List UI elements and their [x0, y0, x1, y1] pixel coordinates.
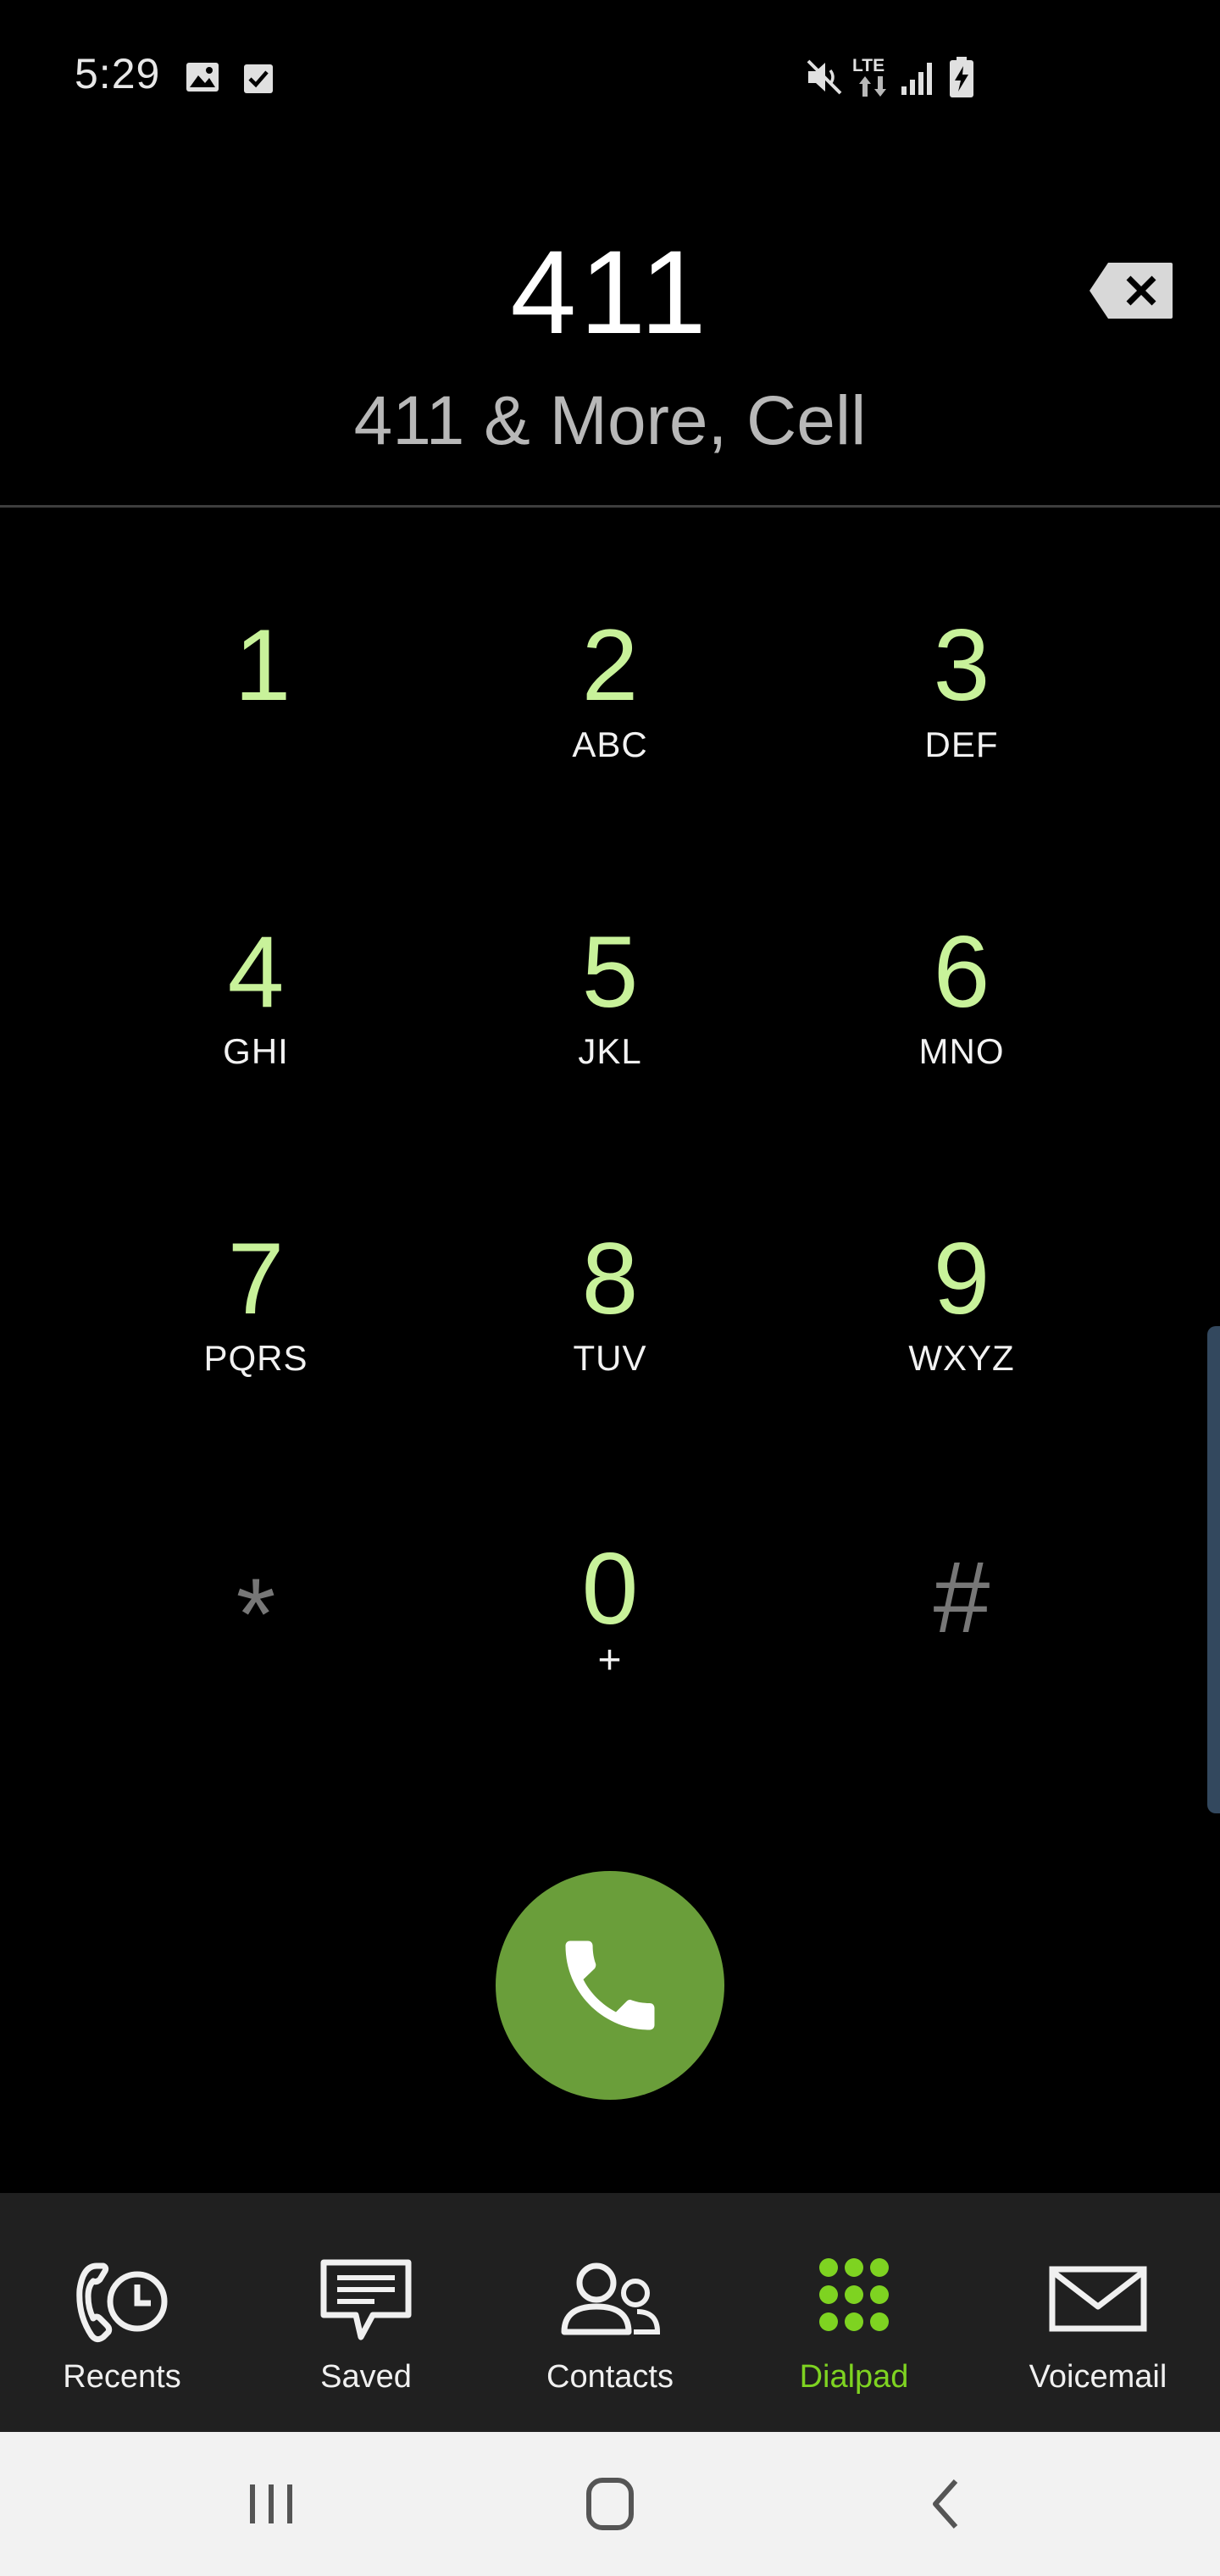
recent-apps-icon[interactable]: [220, 2466, 322, 2542]
recents-clock-phone-icon: [76, 2262, 168, 2343]
mute-icon: [807, 59, 842, 95]
key-letters: MNO: [918, 1031, 1005, 1071]
nav-label: Voicemail: [1029, 2359, 1167, 2395]
key-letters: TUV: [573, 1338, 647, 1378]
key-8[interactable]: 8 TUV: [432, 1173, 788, 1427]
key-letters: WXYZ: [908, 1338, 1015, 1378]
call-button[interactable]: [496, 1871, 724, 2100]
backspace-icon[interactable]: [1088, 261, 1174, 320]
phone-dialer-screen: 5:29 LTE 411 411 & More, Cell 1 2 ABC 3 …: [0, 0, 1220, 2576]
key-1[interactable]: 1: [85, 559, 441, 813]
key-letters: GHI: [223, 1031, 289, 1071]
key-digit: *: [236, 1557, 276, 1671]
key-digit: 5: [581, 915, 639, 1029]
checkbox-icon: [244, 64, 273, 93]
key-letters: DEF: [924, 724, 999, 764]
key-hash[interactable]: #: [784, 1483, 1140, 1737]
nav-dialpad[interactable]: Dialpad: [732, 2193, 976, 2432]
key-digit: 1: [234, 608, 291, 722]
key-digit: 7: [227, 1222, 285, 1335]
nav-label: Contacts: [546, 2359, 674, 2395]
key-letters: PQRS: [203, 1338, 308, 1378]
signal-icon: [901, 63, 932, 95]
nav-label: Recents: [63, 2359, 181, 2395]
lte-label: LTE: [852, 56, 885, 75]
key-letters: ABC: [572, 724, 648, 764]
key-4[interactable]: 4 GHI: [78, 866, 434, 1120]
battery-charging-icon: [950, 57, 973, 97]
envelope-icon: [1049, 2266, 1147, 2332]
key-letters: JKL: [578, 1031, 642, 1071]
system-nav-bar: [0, 2432, 1220, 2576]
dialed-number: 411: [510, 225, 710, 358]
nav-contacts[interactable]: Contacts: [488, 2193, 732, 2432]
nav-saved[interactable]: Saved: [244, 2193, 488, 2432]
key-digit: #: [933, 1541, 990, 1654]
key-star[interactable]: *: [78, 1483, 434, 1737]
bottom-nav: Recents Saved Contacts Dialpad Voicemail: [0, 2193, 1220, 2432]
nav-voicemail[interactable]: Voicemail: [976, 2193, 1220, 2432]
key-digit: 8: [581, 1222, 639, 1335]
lte-icon: LTE: [851, 56, 893, 100]
key-2[interactable]: 2 ABC: [432, 559, 788, 813]
edge-panel-handle[interactable]: [1207, 1326, 1220, 1813]
home-icon[interactable]: [559, 2466, 661, 2542]
chat-bubble-icon: [320, 2259, 412, 2340]
key-digit: 9: [933, 1222, 990, 1335]
key-7[interactable]: 7 PQRS: [78, 1173, 434, 1427]
status-time: 5:29: [75, 50, 161, 97]
matched-contact[interactable]: 411 & More, Cell: [0, 381, 1220, 461]
image-icon: [186, 63, 219, 92]
key-3[interactable]: 3 DEF: [784, 559, 1140, 813]
nav-label: Saved: [320, 2359, 412, 2395]
divider: [0, 505, 1220, 508]
nav-recents[interactable]: Recents: [0, 2193, 244, 2432]
key-digit: 0: [581, 1532, 639, 1646]
status-bar: 5:29 LTE: [0, 0, 1220, 153]
phone-icon: [565, 1940, 655, 2030]
back-icon[interactable]: [898, 2466, 1000, 2542]
nav-label: Dialpad: [799, 2359, 909, 2395]
key-digit: 3: [933, 608, 990, 722]
key-0[interactable]: 0 +: [432, 1483, 788, 1737]
key-6[interactable]: 6 MNO: [784, 866, 1140, 1120]
contacts-people-icon: [561, 2262, 661, 2335]
dialpad-grid-icon: [819, 2258, 889, 2331]
key-digit: 2: [581, 608, 639, 722]
key-letters: +: [597, 1638, 623, 1683]
key-digit: 6: [933, 915, 990, 1029]
key-5[interactable]: 5 JKL: [432, 866, 788, 1120]
key-digit: 4: [227, 915, 285, 1029]
key-9[interactable]: 9 WXYZ: [784, 1173, 1140, 1427]
